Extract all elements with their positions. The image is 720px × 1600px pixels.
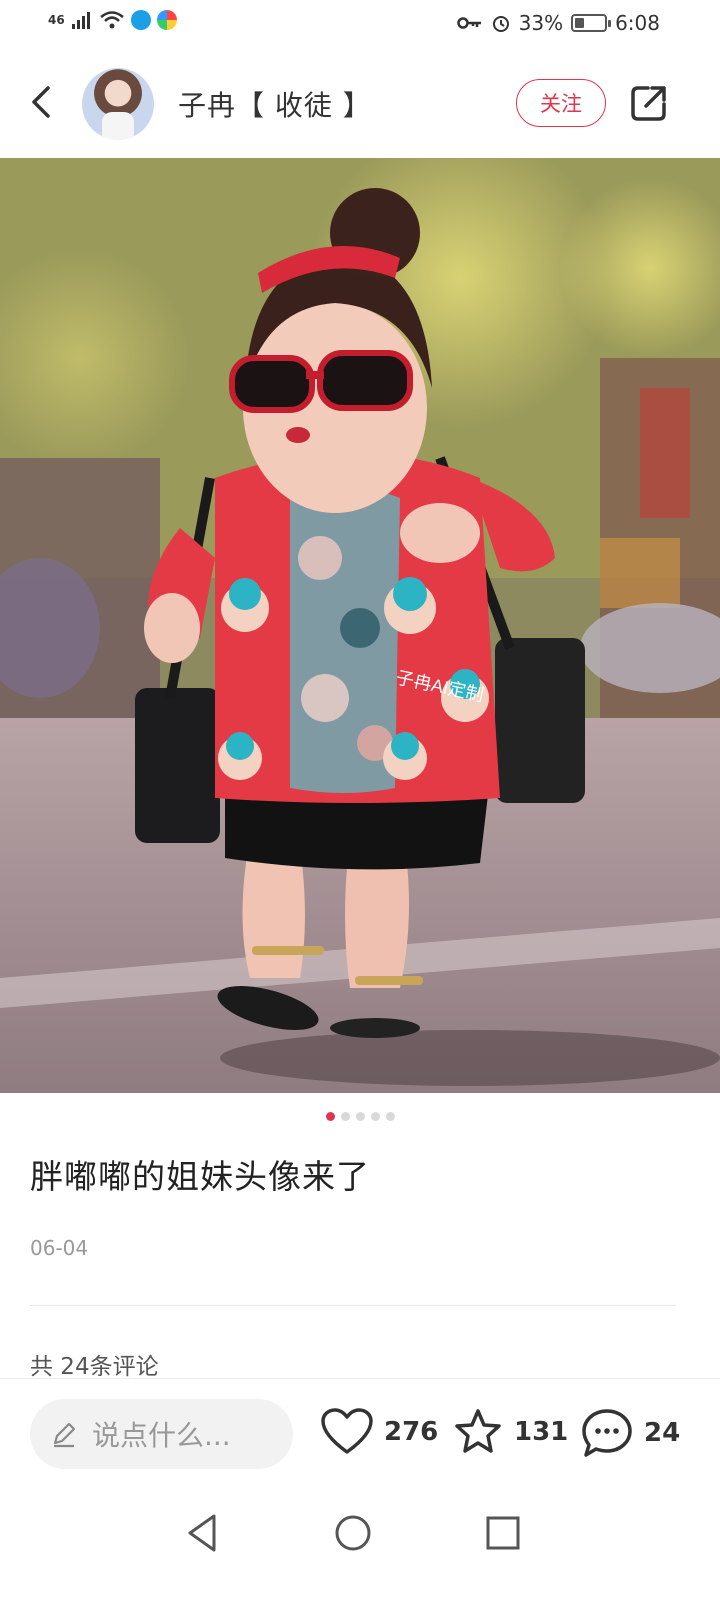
key-icon (456, 17, 481, 29)
star-icon (455, 1409, 501, 1453)
follow-button[interactable]: 关注 (516, 79, 606, 127)
post-photo[interactable]: 子冉AI定制 (0, 158, 720, 1093)
pagination-dot (325, 1112, 335, 1121)
pagination-dot (355, 1112, 365, 1121)
like-count: 276 (384, 1417, 439, 1447)
pagination-dot (340, 1112, 350, 1121)
favorite-button[interactable]: 131 (452, 1407, 568, 1457)
heart-icon (321, 1408, 373, 1454)
app-notification-icon-2 (156, 10, 177, 30)
battery-percent: 33% (518, 11, 564, 35)
divider (30, 1305, 676, 1306)
comment-icon (582, 1409, 632, 1457)
nav-home-icon[interactable] (326, 1506, 380, 1560)
gallery-pagination (0, 1112, 720, 1121)
author-name[interactable]: 子冉【 收徒 】 (178, 84, 372, 124)
photo-illustration: 子冉AI定制 (0, 158, 720, 1093)
post-header: 子冉【 收徒 】 关注 (0, 60, 720, 152)
status-right: 33% 6:08 (456, 11, 660, 35)
pagination-dot (370, 1112, 380, 1121)
wifi-icon (99, 11, 124, 29)
network-label: 46 (48, 13, 65, 27)
battery-icon (571, 14, 612, 32)
post-date: 06-04 (30, 1236, 89, 1260)
pagination-dot (385, 1112, 395, 1121)
favorite-count: 131 (514, 1417, 569, 1447)
share-icon[interactable] (628, 82, 670, 124)
comment-button[interactable]: 24 (580, 1407, 680, 1459)
status-bar: 46 33% 6:08 (0, 0, 720, 50)
action-bar: 说点什么... 276 131 24 (0, 1378, 720, 1488)
battery-fill (575, 18, 585, 28)
nav-back-icon[interactable] (176, 1506, 230, 1560)
avatar[interactable] (82, 68, 154, 140)
signal-icon (71, 12, 90, 29)
like-button[interactable]: 276 (320, 1407, 438, 1457)
back-icon[interactable] (22, 82, 62, 122)
status-left: 46 (48, 10, 177, 30)
alarm-icon (492, 16, 509, 32)
comment-placeholder: 说点什么... (92, 1419, 231, 1452)
comment-count: 24 (644, 1418, 681, 1448)
edit-icon (53, 1422, 76, 1448)
app-notification-icon (130, 10, 151, 30)
post-title: 胖嘟嘟的姐妹头像来了 (30, 1157, 370, 1196)
system-nav-bar (0, 1488, 720, 1600)
comment-input[interactable]: 说点什么... (30, 1399, 293, 1469)
nav-recents-icon[interactable] (476, 1506, 530, 1560)
comments-header: 共 24条评论 (30, 1354, 159, 1380)
clock: 6:08 (615, 11, 660, 35)
